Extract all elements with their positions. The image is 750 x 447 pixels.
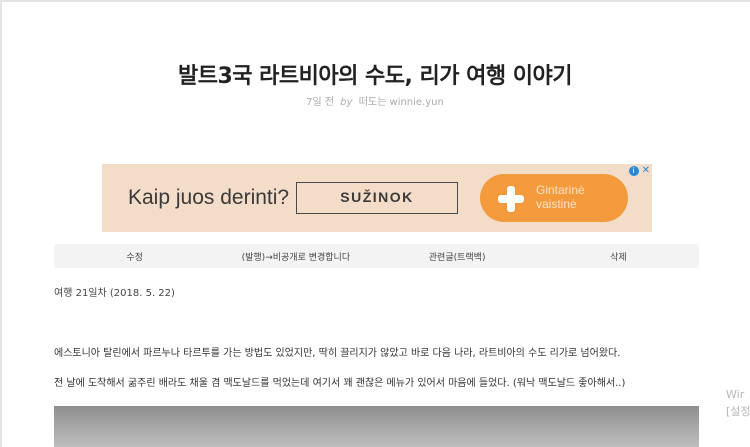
- delete-button[interactable]: 삭제: [538, 250, 699, 263]
- cross-icon: [498, 186, 524, 212]
- watermark-line2: [설정: [726, 405, 750, 418]
- watermark-line1: Wir: [726, 388, 745, 401]
- post-title: 발트3국 라트비아의 수도, 리가 여행 이야기: [177, 64, 573, 89]
- post-by: by: [340, 97, 353, 108]
- trip-date-line: 여행 21일차 (2018. 5. 22): [54, 288, 175, 299]
- info-icon[interactable]: i: [628, 166, 639, 176]
- ad-brand-logo[interactable]: Gintarinė vaistinė: [480, 174, 628, 222]
- post-author[interactable]: 떠도는 winnie.yun: [359, 97, 444, 108]
- advertisement-banner[interactable]: Kaip juos derinti? SUŽINOK Gintarinė vai…: [102, 164, 652, 232]
- post-time: 7일 전: [306, 97, 335, 108]
- body-paragraph-2: 전 날에 도착해서 굶주린 배라도 채울 겸 맥도날드를 먹었는데 여기서 꽤 …: [54, 378, 626, 389]
- post-meta: 7일 전 by 떠도는 winnie.yun: [0, 93, 750, 108]
- edit-button[interactable]: 수정: [54, 250, 215, 263]
- ad-brand-line1: Gintarinė: [536, 183, 585, 197]
- trackback-button[interactable]: 관련글(트랙백): [377, 250, 538, 263]
- ad-choices[interactable]: i ✕: [628, 165, 650, 176]
- ad-headline[interactable]: Kaip juos derinti?: [128, 186, 289, 210]
- ad-brand-name: Gintarinė vaistinė: [536, 183, 626, 211]
- body-paragraph-1: 에스토니아 탈린에서 파르누나 타르투를 가는 방법도 있었지만, 딱히 끌리지…: [54, 348, 621, 359]
- make-private-button[interactable]: (발행)→비공개로 변경합니다: [215, 250, 376, 263]
- ad-brand-line2: vaistinė: [536, 197, 577, 211]
- close-icon[interactable]: ✕: [642, 165, 650, 176]
- post-action-bar: 수정 (발행)→비공개로 변경합니다 관련글(트랙백) 삭제: [54, 244, 699, 268]
- window-top-border: [0, 0, 750, 2]
- ad-cta-button[interactable]: SUŽINOK: [296, 182, 458, 214]
- windows-activation-watermark: Wir [설정: [726, 386, 750, 420]
- post-photo: [54, 406, 699, 447]
